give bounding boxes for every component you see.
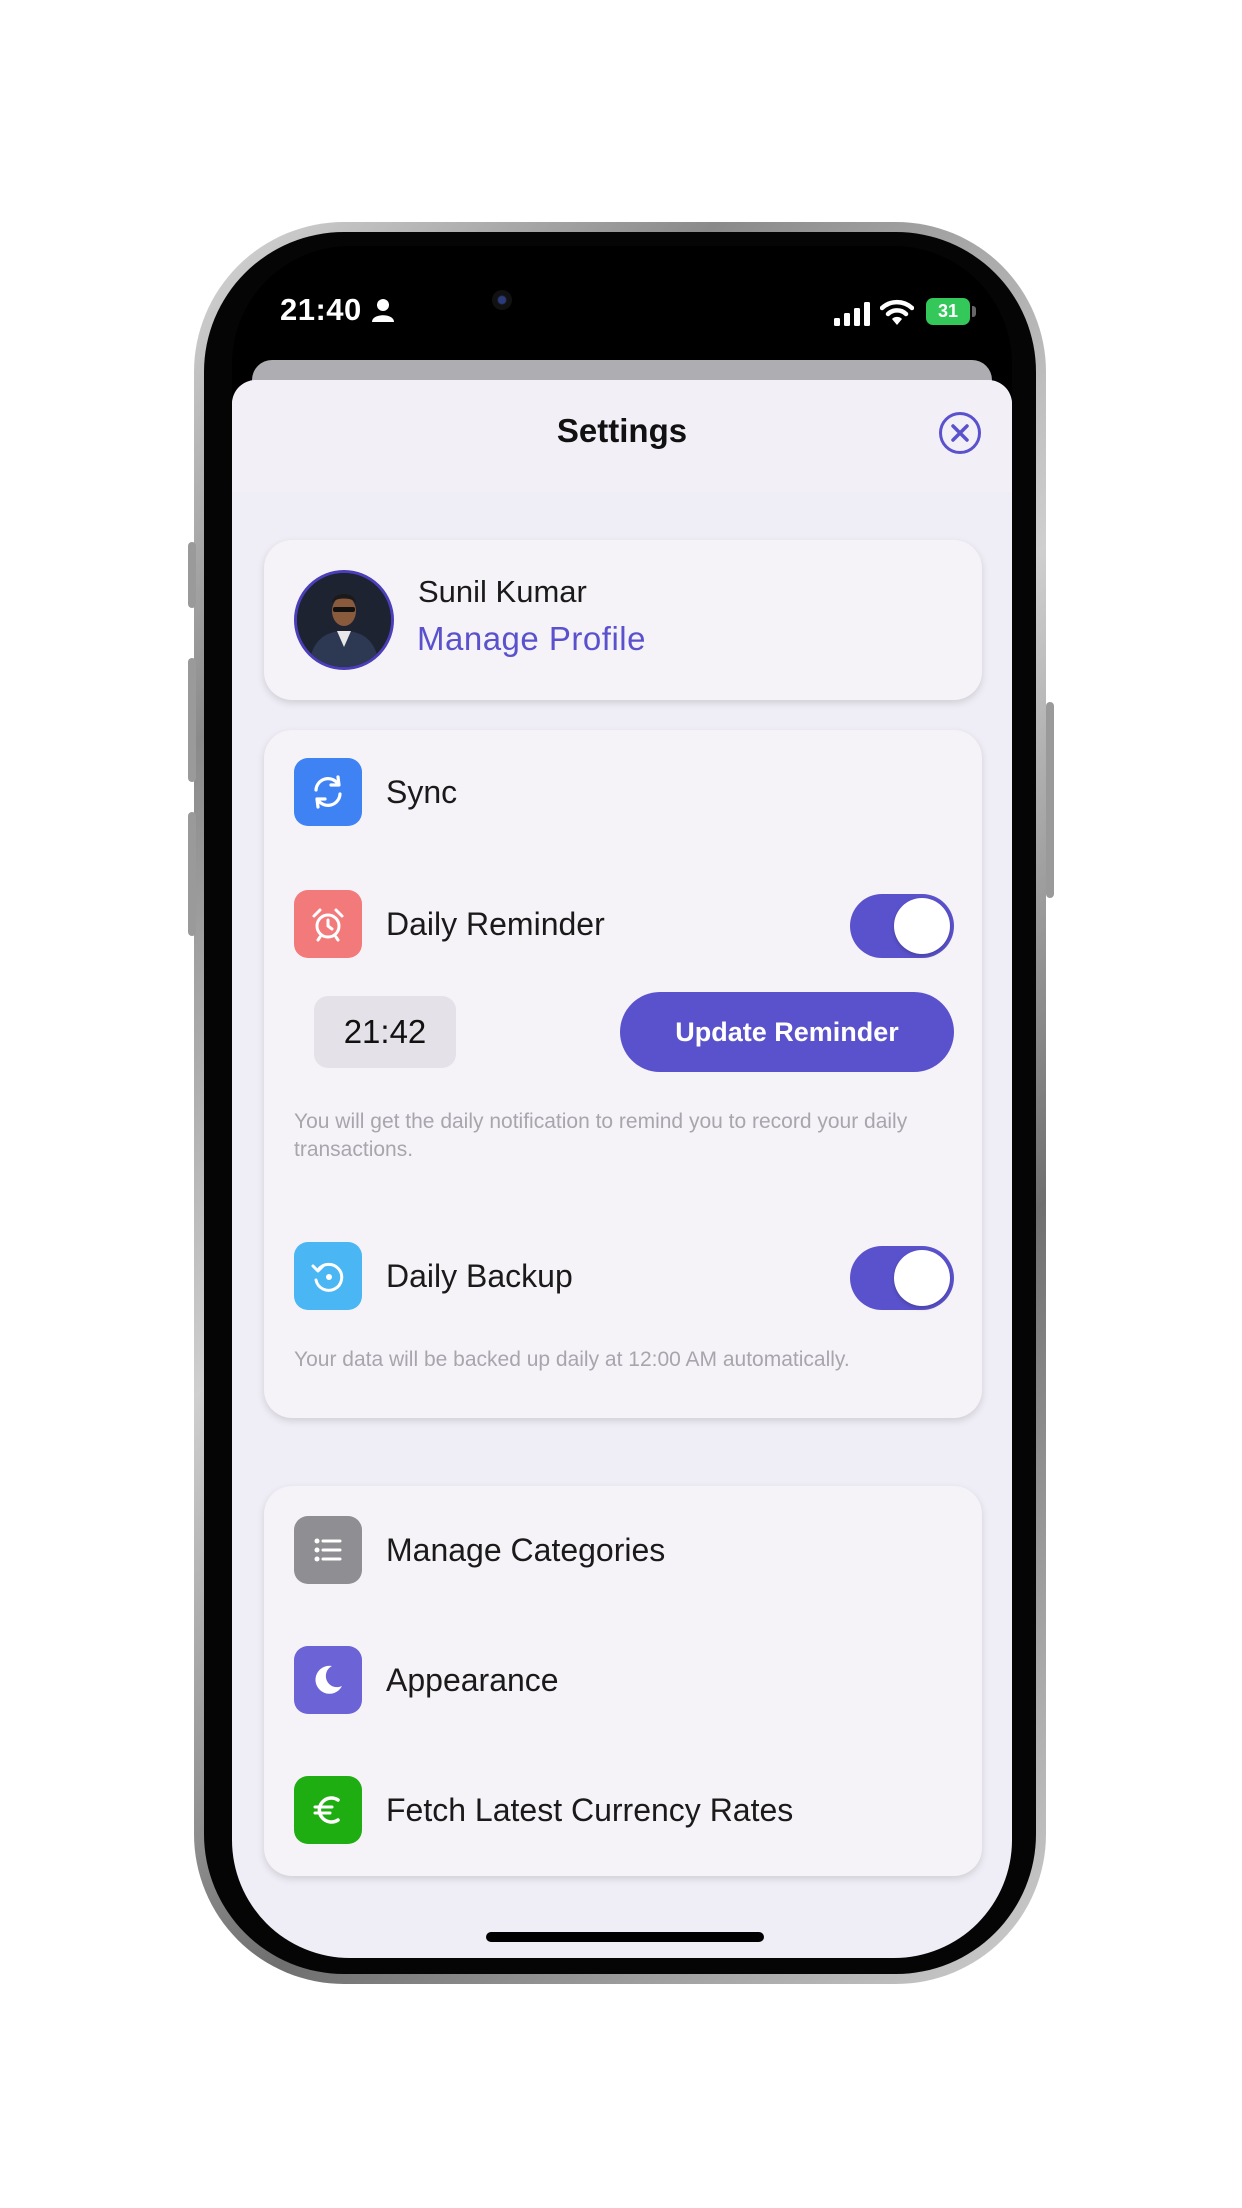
status-bar: 21:40 31 [232,246,1012,366]
reminder-time-picker[interactable]: 21:42 [314,996,456,1068]
front-camera [492,290,512,310]
reminder-hint: You will get the daily notification to r… [294,1110,908,1161]
manage-profile-link[interactable]: Manage Profile [417,620,646,658]
profile-card[interactable]: Sunil Kumar Manage Profile [264,540,982,700]
update-reminder-button[interactable]: Update Reminder [620,992,954,1072]
close-button[interactable] [939,412,981,454]
home-indicator[interactable] [486,1932,764,1942]
daily-backup-row: Daily Backup [264,1242,982,1314]
toggle-knob [894,1250,950,1306]
daily-backup-toggle[interactable] [850,1246,954,1310]
euro-glyph [313,1796,340,1824]
appearance-row[interactable]: Appearance [264,1646,982,1718]
avatar-image [297,573,391,667]
daily-backup-label: Daily Backup [386,1258,573,1294]
person-icon [372,299,394,322]
manage-categories-label: Manage Categories [386,1532,666,1568]
phone-screen: 21:40 31 Settings Sunil Kumar Manage Pro… [232,246,1012,1958]
signal-icon [834,302,870,326]
list-glyph [314,1538,342,1562]
euro-icon [294,1776,362,1844]
wifi-icon [880,299,914,325]
volume-down-button [188,812,196,936]
power-button [1046,702,1054,898]
avatar [294,570,394,670]
backup-glyph [311,1262,344,1292]
sync-row[interactable]: Sync [264,758,982,830]
fetch-currency-rates-label: Fetch Latest Currency Rates [386,1792,794,1828]
backup-hint: Your data will be backed up daily at 12:… [294,1348,850,1371]
volume-up-button [188,658,196,782]
silent-switch [188,542,196,608]
status-time: 21:40 [280,292,362,327]
more-settings-card: Manage Categories Appearance Fetch Lates… [264,1486,982,1876]
battery-level: 31 [937,301,959,321]
daily-reminder-row: Daily Reminder [264,890,982,962]
daily-reminder-toggle[interactable] [850,894,954,958]
manage-categories-row[interactable]: Manage Categories [264,1516,982,1588]
page-title: Settings [556,412,688,449]
sheet-header: Settings [232,380,1012,492]
alarm-clock-icon [294,890,362,958]
sync-icon [294,758,362,826]
reminder-time: 21:42 [343,1013,427,1050]
settings-sheet: Settings Sunil Kumar Manage Profile Sync… [232,380,1012,1958]
battery-icon: 31 [926,298,970,325]
moon-icon [294,1646,362,1714]
fetch-currency-rates-row[interactable]: Fetch Latest Currency Rates [264,1776,982,1848]
battery-tip [972,306,976,317]
profile-name: Sunil Kumar [418,574,587,609]
alarm-glyph [312,908,344,942]
sync-label: Sync [386,774,458,810]
sync-settings-card: Sync Daily Reminder 21:42 Update Reminde… [264,730,982,1418]
toggle-knob [894,898,950,954]
moon-glyph [315,1665,342,1694]
backup-icon [294,1242,362,1310]
list-icon [294,1516,362,1584]
sync-glyph [314,775,342,809]
appearance-label: Appearance [386,1662,559,1698]
daily-reminder-label: Daily Reminder [386,906,605,942]
close-icon [951,424,969,442]
